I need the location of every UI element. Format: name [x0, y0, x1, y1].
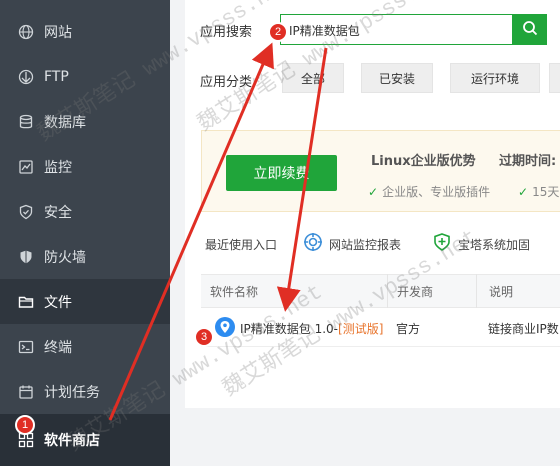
- sidebar-item-database[interactable]: 数据库: [0, 99, 170, 144]
- column-header-vendor: 开发商: [397, 285, 434, 299]
- sidebar-item-cron[interactable]: 计划任务: [0, 369, 170, 414]
- shield-icon: [17, 203, 35, 221]
- step-badge-3: 3: [194, 327, 214, 347]
- category-all-button[interactable]: 全部: [282, 63, 344, 93]
- sidebar-item-label: 安全: [44, 204, 72, 221]
- search-input-value: IP精准数据包: [289, 24, 360, 38]
- monitor-icon: [17, 158, 35, 176]
- sidebar-item-monitor[interactable]: 监控: [0, 144, 170, 189]
- database-icon: [17, 113, 35, 131]
- sidebar-item-security[interactable]: 安全: [0, 189, 170, 234]
- sidebar-item-label: 文件: [44, 294, 72, 311]
- column-header-desc: 说明: [489, 285, 514, 299]
- search-label: 应用搜索: [200, 25, 253, 40]
- promo-feature-text: 企业版、专业版插件: [382, 185, 491, 199]
- promo-expire-label: 过期时间:: [499, 154, 557, 169]
- beta-tag: [测试版]: [338, 322, 384, 336]
- sidebar-item-label: FTP: [44, 68, 69, 85]
- quick-link-site-monitor[interactable]: 网站监控报表: [329, 236, 401, 253]
- app-vendor: 官方: [396, 322, 421, 336]
- column-divider: [387, 274, 388, 308]
- firewall-icon: [17, 248, 35, 266]
- search-icon: [522, 20, 538, 40]
- promo-feature: ✓ 15天: [518, 183, 559, 200]
- step-badge-2: 2: [268, 22, 288, 42]
- ftp-icon: [17, 68, 35, 86]
- sidebar: 网站 FTP 数据库 监控 安全 防火墙 文件 终端 计划任务 软件商店: [0, 0, 170, 466]
- search-input[interactable]: IP精准数据包: [280, 14, 512, 45]
- location-pin-icon: [214, 316, 236, 338]
- step-badge-1: 1: [15, 415, 35, 435]
- quick-access-title: 最近使用入口: [205, 238, 278, 252]
- folder-icon: [17, 293, 35, 311]
- sidebar-item-label: 防火墙: [44, 249, 86, 266]
- sidebar-item-ftp[interactable]: FTP: [0, 54, 170, 99]
- column-header-name: 软件名称: [210, 285, 259, 299]
- check-icon: ✓: [368, 185, 379, 199]
- clock-icon: [17, 383, 35, 401]
- sidebar-item-label: 网站: [44, 24, 72, 41]
- shield-check-icon: [432, 232, 452, 252]
- app-name[interactable]: IP精准数据包 1.0-[测试版]: [240, 320, 383, 337]
- sidebar-item-files[interactable]: 文件: [0, 279, 170, 324]
- sidebar-item-label: 计划任务: [44, 384, 100, 401]
- search-button[interactable]: [512, 14, 547, 45]
- promo-feature: ✓ 企业版、专业版插件: [368, 183, 490, 200]
- app-description: 链接商业IP数: [488, 322, 559, 336]
- category-installed-button[interactable]: 已安装: [361, 63, 433, 93]
- sidebar-item-firewall[interactable]: 防火墙: [0, 234, 170, 279]
- sidebar-item-label: 终端: [44, 339, 72, 356]
- app-name-text: IP精准数据包 1.0-: [240, 322, 339, 336]
- promo-feature-text: 15天: [532, 185, 560, 199]
- globe-icon: [17, 23, 35, 41]
- renew-button[interactable]: 立即续费: [226, 155, 337, 191]
- check-icon: ✓: [518, 185, 529, 199]
- category-runtime-button[interactable]: 运行环境: [450, 63, 540, 93]
- sidebar-item-label: 监控: [44, 159, 72, 176]
- sidebar-item-website[interactable]: 网站: [0, 9, 170, 54]
- sidebar-item-label: 软件商店: [44, 433, 100, 449]
- sidebar-item-terminal[interactable]: 终端: [0, 324, 170, 369]
- sidebar-item-label: 数据库: [44, 114, 86, 131]
- category-more-button[interactable]: [549, 63, 560, 93]
- promo-title: Linux企业版优势: [371, 154, 476, 169]
- target-icon: [303, 232, 323, 252]
- category-label: 应用分类: [200, 75, 253, 90]
- column-divider: [476, 274, 477, 308]
- quick-link-hardening[interactable]: 宝塔系统加固: [458, 236, 530, 253]
- terminal-icon: [17, 338, 35, 356]
